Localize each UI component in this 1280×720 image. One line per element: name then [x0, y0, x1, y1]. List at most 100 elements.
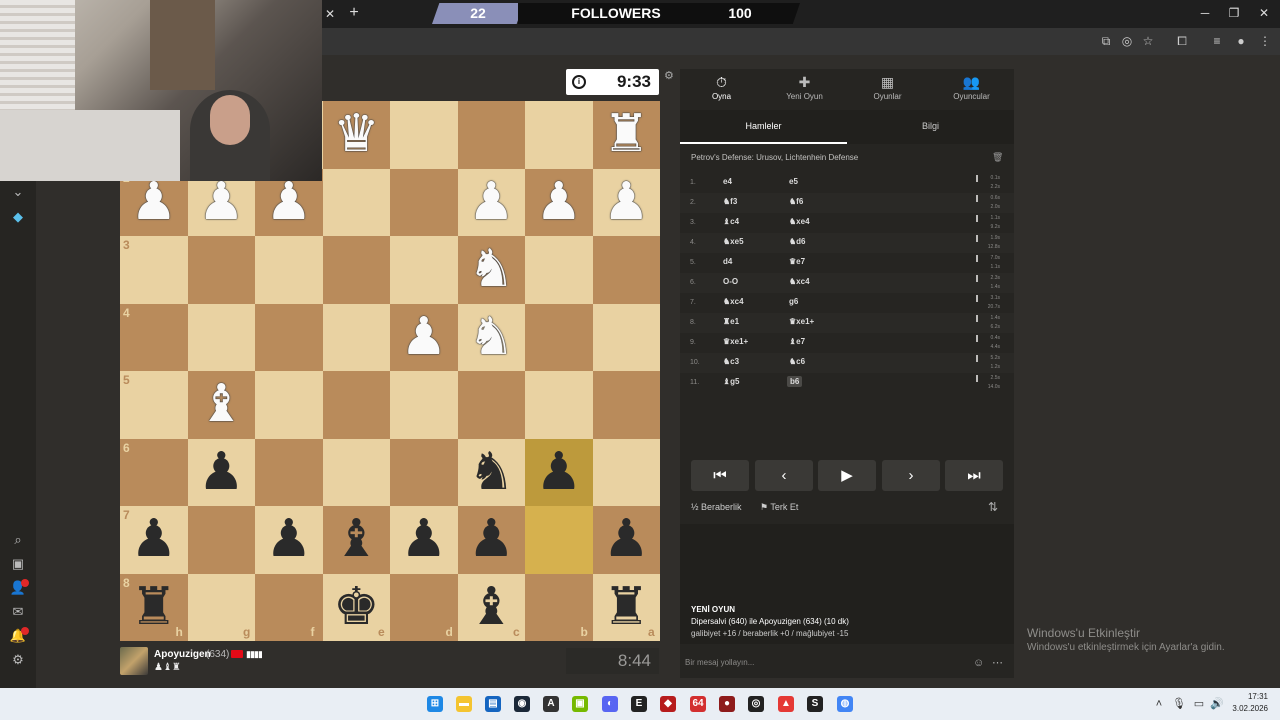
board-square[interactable] — [322, 371, 390, 439]
white-move[interactable]: ♞c3 — [723, 357, 739, 366]
bookmark-star-icon[interactable]: ☆ — [1139, 33, 1157, 49]
board-square[interactable] — [457, 371, 525, 439]
app-icon[interactable]: A — [543, 696, 559, 712]
board-square[interactable] — [255, 371, 323, 439]
play-button[interactable]: ▶ — [818, 460, 876, 491]
board-square[interactable] — [592, 438, 660, 506]
board-square[interactable] — [457, 101, 525, 169]
next-move-button[interactable]: › — [882, 460, 940, 491]
board-square[interactable] — [525, 236, 593, 304]
app-64-icon[interactable]: 64 — [690, 696, 706, 712]
obs-icon[interactable]: ◎ — [748, 696, 764, 712]
emoji-icon[interactable]: ☺ — [973, 656, 987, 670]
board-square[interactable] — [322, 303, 390, 371]
white-move[interactable]: ♞xe5 — [723, 237, 744, 246]
chess-piece[interactable]: ♟ — [525, 439, 593, 507]
nvidia-icon[interactable]: ▣ — [572, 696, 588, 712]
black-move[interactable]: b6 — [787, 376, 803, 387]
white-move[interactable]: ♝c4 — [723, 217, 739, 226]
chess-piece[interactable]: ♞ — [458, 304, 526, 372]
chess-piece[interactable]: ♟ — [593, 506, 661, 574]
chess-piece[interactable]: ♟ — [525, 169, 593, 237]
chess-piece[interactable]: ♝ — [323, 506, 391, 574]
white-move[interactable]: ♞xc4 — [723, 297, 744, 306]
white-move[interactable]: ♜e1 — [723, 317, 739, 326]
board-square[interactable] — [322, 236, 390, 304]
player-avatar[interactable] — [120, 647, 148, 675]
chess-piece[interactable]: ♝ — [188, 371, 256, 439]
chess-piece[interactable]: ♟ — [593, 169, 661, 237]
board-square[interactable] — [390, 236, 458, 304]
tab-info[interactable]: Bilgi — [847, 110, 1014, 144]
last-move-button[interactable]: ⏭ — [945, 460, 1003, 491]
first-move-button[interactable]: ⏮ — [691, 460, 749, 491]
close-tab-icon[interactable]: ✕ — [322, 6, 338, 22]
taskbar-time[interactable]: 17:31 — [1232, 692, 1268, 701]
chess-piece[interactable]: ♞ — [458, 439, 526, 507]
chess-piece[interactable]: ♟ — [458, 169, 526, 237]
board-settings-icon[interactable]: ⚙ — [664, 70, 676, 82]
board-square[interactable] — [322, 438, 390, 506]
taskbar-date[interactable]: 3.02.2026 — [1222, 704, 1268, 713]
red-app-icon[interactable]: ● — [719, 696, 735, 712]
board-square[interactable] — [390, 168, 458, 236]
black-move[interactable]: e5 — [789, 177, 798, 186]
search-icon[interactable]: ⌕ — [9, 531, 27, 549]
white-move[interactable]: ♛xe1+ — [723, 337, 748, 346]
white-move[interactable]: e4 — [723, 177, 732, 186]
board-square[interactable] — [187, 506, 255, 574]
menu-dots-icon[interactable]: ⋮ — [1256, 33, 1274, 49]
board-square[interactable] — [255, 438, 323, 506]
extensions-icon[interactable]: ⧠ — [1173, 33, 1191, 49]
black-move[interactable]: ♞f6 — [789, 197, 803, 206]
trash-icon[interactable]: 🗑 — [992, 152, 1003, 162]
white-move[interactable]: ♝g5 — [723, 377, 740, 386]
draw-button[interactable]: ½ Beraberlik — [691, 502, 742, 512]
profile-avatar-icon[interactable]: ● — [1232, 33, 1250, 49]
mail-icon[interactable]: ✉ — [9, 603, 27, 621]
steam-icon[interactable]: ◉ — [514, 696, 530, 712]
flip-board-icon[interactable]: ⇅ — [988, 500, 1002, 514]
white-move[interactable]: O-O — [723, 277, 738, 286]
chess-piece[interactable]: ♞ — [458, 236, 526, 304]
install-icon[interactable]: ⧉ — [1097, 33, 1115, 49]
board-square[interactable] — [592, 303, 660, 371]
tray-chevron-icon[interactable]: ˄ — [1152, 697, 1166, 711]
game-app-icon[interactable]: ◆ — [660, 696, 676, 712]
black-move[interactable]: ♞xc4 — [789, 277, 810, 286]
epic-games-icon[interactable]: E — [631, 696, 647, 712]
app-s-icon[interactable]: S — [807, 696, 823, 712]
player-name[interactable]: Apoyuzigen — [154, 649, 211, 660]
file-explorer-icon[interactable]: ▬ — [456, 696, 472, 712]
visibility-off-icon[interactable]: ◎ — [1118, 33, 1136, 49]
more-options-icon[interactable]: ⋯ — [992, 656, 1006, 670]
new-tab-icon[interactable]: + — [345, 4, 363, 22]
board-square[interactable] — [592, 371, 660, 439]
board-square[interactable] — [390, 101, 458, 169]
tab-new-game[interactable]: ✚ Yeni Oyun — [763, 69, 846, 107]
chess-piece[interactable]: ♟ — [458, 506, 526, 574]
user-avatar-icon[interactable]: ▣ — [9, 555, 27, 573]
chess-piece[interactable]: ♛ — [323, 101, 391, 169]
black-move[interactable]: ♛e7 — [789, 257, 805, 266]
white-move[interactable]: ♞f3 — [723, 197, 737, 206]
windows-start-icon[interactable]: ⊞ — [427, 696, 443, 712]
restore-icon[interactable]: ❐ — [1219, 4, 1249, 22]
chat-input[interactable]: Bir mesaj yollayın... — [685, 654, 945, 672]
board-square[interactable] — [187, 236, 255, 304]
chrome-icon[interactable]: ◍ — [837, 696, 853, 712]
board-square[interactable] — [525, 303, 593, 371]
close-window-icon[interactable]: ✕ — [1249, 4, 1279, 22]
board-square[interactable] — [187, 303, 255, 371]
resign-button[interactable]: ⚑ Terk Et — [760, 502, 798, 513]
chess-piece[interactable]: ♟ — [188, 439, 256, 507]
board-square[interactable] — [255, 303, 323, 371]
tab-moves[interactable]: Hamleler — [680, 110, 847, 144]
black-move[interactable]: ♛xe1+ — [789, 317, 814, 326]
black-move[interactable]: ♞c6 — [789, 357, 805, 366]
board-square[interactable] — [255, 236, 323, 304]
board-square[interactable] — [592, 236, 660, 304]
chess-piece[interactable]: ♟ — [255, 506, 323, 574]
white-move[interactable]: d4 — [723, 257, 732, 266]
chess-board[interactable]: ♛♜♟♟♟♟♟♟♞♟♞♝♟♞♟♟♟♝♟♟♟♜♚♝♜12345678hgfedcb… — [120, 101, 660, 641]
